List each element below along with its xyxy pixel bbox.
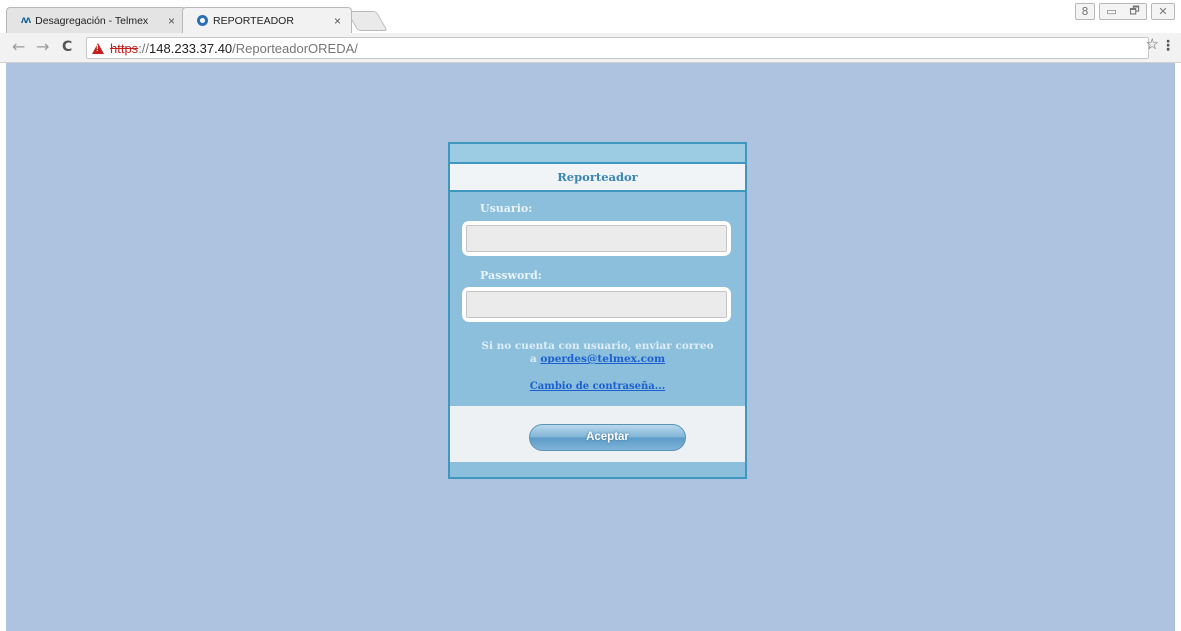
new-tab-button[interactable] <box>346 11 388 31</box>
username-input[interactable] <box>466 225 727 252</box>
tab-close-icon[interactable]: × <box>168 14 175 28</box>
browser-menu-icon[interactable]: ⋮ <box>1161 38 1175 54</box>
url-host: 148.233.37.40 <box>149 40 233 56</box>
minimize-icon[interactable]: ▭ <box>1106 5 1116 18</box>
window-controls: ▭ 🗗 <box>1099 3 1147 20</box>
password-label: Password: <box>480 269 542 282</box>
tab-reporteador[interactable]: REPORTEADOR × <box>182 7 352 33</box>
change-password-link[interactable]: Cambio de contraseña... <box>450 381 745 392</box>
page-viewport: Reporteador Usuario: Password: Si no cue… <box>6 63 1175 631</box>
browser-toolbar: ← → C https://148.233.37.40/ReporteadorO… <box>0 33 1181 63</box>
tab-desagregacion[interactable]: ʌʌ Desagregación - Telmex × <box>6 7 186 33</box>
url-separator: :// <box>138 40 150 56</box>
bookmark-star-icon[interactable]: ☆ <box>1146 35 1159 53</box>
forward-arrow-icon[interactable]: → <box>36 39 49 55</box>
maximize-icon[interactable]: 🗗 <box>1129 2 1139 21</box>
info-line-1: Si no cuenta con usuario, enviar correo <box>481 340 714 352</box>
info-prefix: a <box>529 353 541 365</box>
close-window-button[interactable]: ✕ <box>1151 3 1175 20</box>
url-path: /ReporteadorOREDA/ <box>232 40 358 56</box>
accept-button[interactable]: Aceptar <box>529 424 686 451</box>
username-label: Usuario: <box>480 202 533 215</box>
login-panel: Reporteador Usuario: Password: Si no cue… <box>448 142 747 479</box>
reporteador-icon <box>197 15 208 26</box>
not-secure-warning-icon[interactable] <box>92 42 104 54</box>
user-icon: 8 <box>1081 5 1089 18</box>
tab-close-icon[interactable]: × <box>334 14 341 28</box>
password-input[interactable] <box>466 291 727 318</box>
registration-info: Si no cuenta con usuario, enviar correo … <box>450 340 745 366</box>
username-field-frame <box>462 221 731 256</box>
reload-icon[interactable]: C <box>62 39 72 55</box>
email-link[interactable]: operdes@telmex.com <box>540 353 665 365</box>
telmex-icon: ʌʌ <box>21 15 31 26</box>
back-arrow-icon[interactable]: ← <box>12 39 25 55</box>
login-title: Reporteador <box>450 164 745 192</box>
close-icon: ✕ <box>1158 5 1168 18</box>
password-field-frame <box>462 287 731 322</box>
login-footer: Aceptar <box>450 406 745 462</box>
info-line-2: a operdes@telmex.com <box>450 353 745 366</box>
address-bar[interactable]: https://148.233.37.40/ReporteadorOREDA/ <box>86 37 1149 59</box>
tab-title: REPORTEADOR <box>213 14 294 27</box>
tab-title: Desagregación - Telmex <box>35 14 149 27</box>
user-profile-button[interactable]: 8 <box>1075 3 1095 20</box>
url-scheme: https <box>110 40 139 56</box>
login-top-bar <box>450 144 745 164</box>
browser-tabstrip: ʌʌ Desagregación - Telmex × REPORTEADOR … <box>0 0 1181 33</box>
